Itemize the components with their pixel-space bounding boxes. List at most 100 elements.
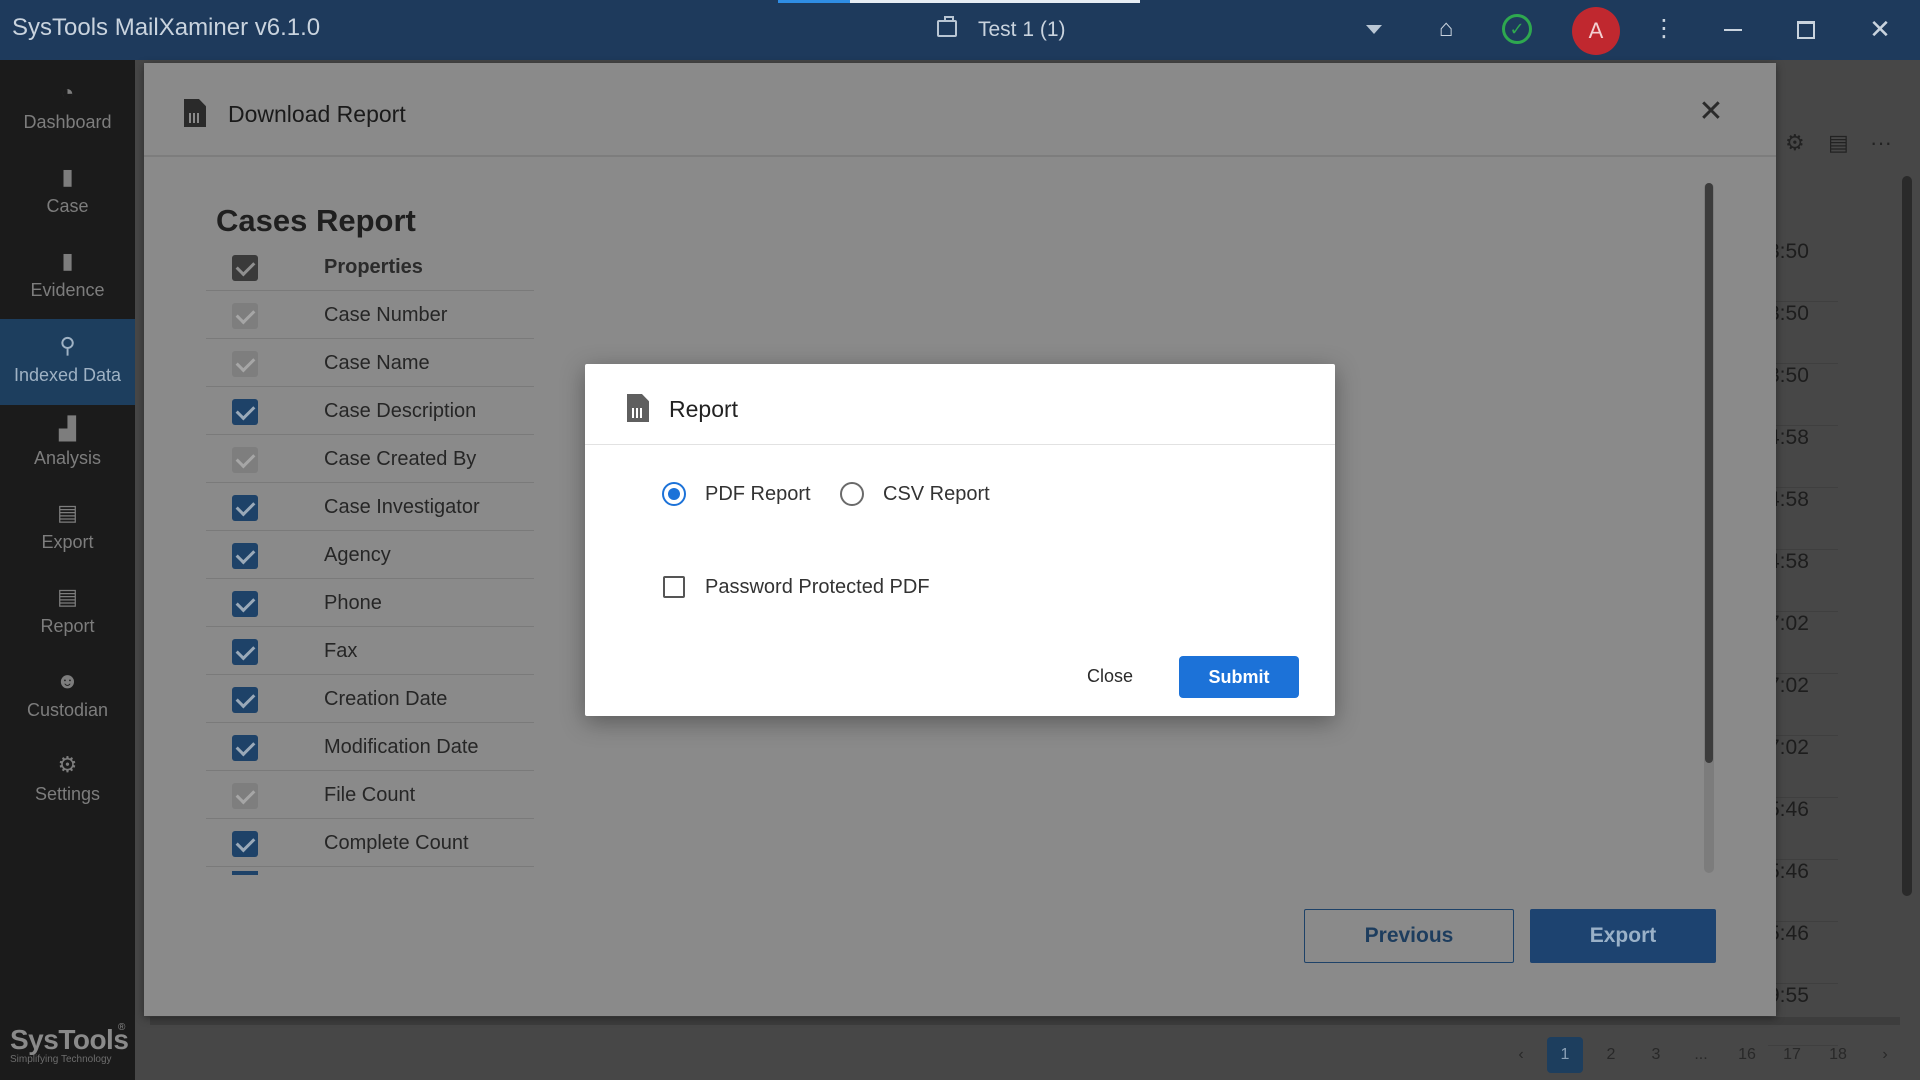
- sidebar-item-label: Indexed Data: [13, 365, 122, 385]
- csv-report-radio[interactable]: [840, 482, 864, 506]
- property-checkbox[interactable]: [232, 543, 258, 569]
- property-row[interactable]: Complete Count: [206, 819, 534, 867]
- property-row[interactable]: Agency: [206, 531, 534, 579]
- sidebar-item-indexed-data[interactable]: ⚲ Indexed Data: [0, 319, 135, 405]
- sidebar-item-analysis[interactable]: ▟ Analysis: [0, 406, 135, 482]
- panel-title: Download Report: [228, 101, 406, 127]
- gear-icon[interactable]: ⚙: [1785, 130, 1805, 156]
- sidebar-item-settings[interactable]: ⚙ Settings: [0, 742, 135, 818]
- pdf-report-label[interactable]: PDF Report: [705, 483, 811, 506]
- sidebar-item-export[interactable]: ▤ Export: [0, 490, 135, 566]
- close-icon[interactable]: ✕: [1696, 97, 1726, 127]
- sidebar-item-label: Case: [46, 196, 89, 216]
- property-row[interactable]: Case Investigator: [206, 483, 534, 531]
- properties-header-row: Properties: [206, 243, 534, 291]
- table-cell-time: 5:46: [1768, 860, 1838, 922]
- property-row[interactable]: Phone: [206, 579, 534, 627]
- pagination-page[interactable]: ...: [1683, 1037, 1719, 1073]
- title-bar: SysTools MailXaminer v6.1.0 Test 1 (1) ⌂…: [0, 0, 1920, 60]
- report-dialog: Report PDF Report CSV Report Password Pr…: [585, 364, 1335, 716]
- property-checkbox[interactable]: [232, 639, 258, 665]
- property-label: Agency: [324, 544, 391, 566]
- brand-name: SysTools: [10, 1024, 129, 1055]
- chevron-down-icon[interactable]: [1366, 25, 1382, 34]
- property-checkbox: [232, 783, 258, 809]
- csv-report-label[interactable]: CSV Report: [883, 483, 990, 506]
- property-checkbox[interactable]: [232, 399, 258, 425]
- maximize-icon[interactable]: [1797, 21, 1815, 39]
- table-cell-time: 5:46: [1768, 798, 1838, 860]
- property-row[interactable]: Case Number: [206, 291, 534, 339]
- property-label: Creation Date: [324, 688, 448, 710]
- property-checkbox[interactable]: [232, 591, 258, 617]
- brand-registered-mark: ®: [118, 1022, 126, 1033]
- window-close-icon[interactable]: ✕: [1866, 14, 1894, 44]
- panel-scrollbar-thumb[interactable]: [1705, 183, 1713, 763]
- pagination-page[interactable]: 1: [1547, 1037, 1583, 1073]
- gear-icon: ⚙: [57, 752, 78, 777]
- previous-button[interactable]: Previous: [1304, 909, 1514, 963]
- report-file-icon: [184, 99, 206, 127]
- property-label: Case Investigator: [324, 496, 480, 518]
- select-all-checkbox[interactable]: [232, 255, 258, 281]
- property-checkbox[interactable]: [232, 687, 258, 713]
- export-button[interactable]: Export: [1530, 909, 1716, 963]
- property-checkbox[interactable]: [232, 735, 258, 761]
- pagination-page[interactable]: 2: [1593, 1037, 1629, 1073]
- brand-logo: SysTools Simplifying Technology ®: [10, 1022, 130, 1065]
- sidebar-item-dashboard[interactable]: ◔ Dashboard: [0, 70, 135, 146]
- table-cell-time: 3:50: [1768, 302, 1838, 364]
- home-icon[interactable]: ⌂: [1434, 17, 1458, 41]
- sidebar-item-label: Settings: [34, 784, 101, 804]
- pagination-page[interactable]: 17: [1774, 1037, 1810, 1073]
- property-row[interactable]: Case Description: [206, 387, 534, 435]
- more-options-icon[interactable]: ⋮: [1652, 16, 1676, 44]
- loading-track: [850, 0, 1140, 3]
- custodian-icon: ☻: [55, 668, 80, 693]
- briefcase-icon: [937, 16, 957, 37]
- sidebar-item-report[interactable]: ▤ Report: [0, 574, 135, 650]
- vertical-scrollbar[interactable]: [1902, 176, 1912, 896]
- property-checkbox[interactable]: [232, 831, 258, 857]
- table-cell-time: 5:46: [1768, 922, 1838, 984]
- pagination-page[interactable]: 18: [1820, 1037, 1856, 1073]
- sidebar-item-evidence[interactable]: ▮ Evidence: [0, 238, 135, 314]
- pagination-next-icon[interactable]: ›: [1867, 1037, 1903, 1073]
- property-checkbox: [232, 447, 258, 473]
- case-title[interactable]: Test 1 (1): [978, 18, 1066, 42]
- close-button[interactable]: Close: [1060, 656, 1160, 696]
- sidebar-item-case[interactable]: ▮ Case: [0, 154, 135, 230]
- property-row[interactable]: Fax: [206, 627, 534, 675]
- submit-button[interactable]: Submit: [1179, 656, 1299, 698]
- property-row[interactable]: Case Created By: [206, 435, 534, 483]
- password-protected-checkbox[interactable]: [663, 576, 685, 598]
- property-label: Fax: [324, 640, 358, 662]
- pagination-prev-icon[interactable]: ‹: [1503, 1037, 1539, 1073]
- property-row[interactable]: Modification Date: [206, 723, 534, 771]
- property-checkbox[interactable]: [232, 495, 258, 521]
- pagination-page[interactable]: 3: [1638, 1037, 1674, 1073]
- more-horizontal-icon[interactable]: ···: [1870, 130, 1892, 156]
- sidebar-item-custodian[interactable]: ☻ Custodian: [0, 658, 135, 734]
- dialog-header: Report: [585, 364, 1335, 445]
- property-row[interactable]: Case Name: [206, 339, 534, 387]
- table-cell-time: 7:02: [1768, 736, 1838, 798]
- next-row-checkbox[interactable]: [232, 871, 258, 875]
- evidence-icon: ▮: [61, 248, 74, 273]
- pdf-report-radio[interactable]: [662, 482, 686, 506]
- report-file-icon: ▤: [57, 584, 78, 609]
- report-file-icon[interactable]: ▤: [1828, 130, 1849, 156]
- property-row[interactable]: Creation Date: [206, 675, 534, 723]
- password-protected-label[interactable]: Password Protected PDF: [705, 576, 930, 599]
- pagination-page[interactable]: 16: [1729, 1037, 1765, 1073]
- export-file-icon: ▤: [57, 500, 78, 525]
- app-title: SysTools MailXaminer v6.1.0: [12, 14, 321, 41]
- minimize-icon[interactable]: [1724, 29, 1742, 31]
- table-cell-time: 7:02: [1768, 674, 1838, 736]
- status-check-icon[interactable]: ✓: [1502, 14, 1532, 44]
- property-row[interactable]: File Count: [206, 771, 534, 819]
- table-cell-time: 4:58: [1768, 550, 1838, 612]
- sidebar-item-label: Export: [41, 532, 94, 552]
- horizontal-scrollbar[interactable]: [150, 1017, 1900, 1025]
- avatar[interactable]: A: [1572, 7, 1620, 55]
